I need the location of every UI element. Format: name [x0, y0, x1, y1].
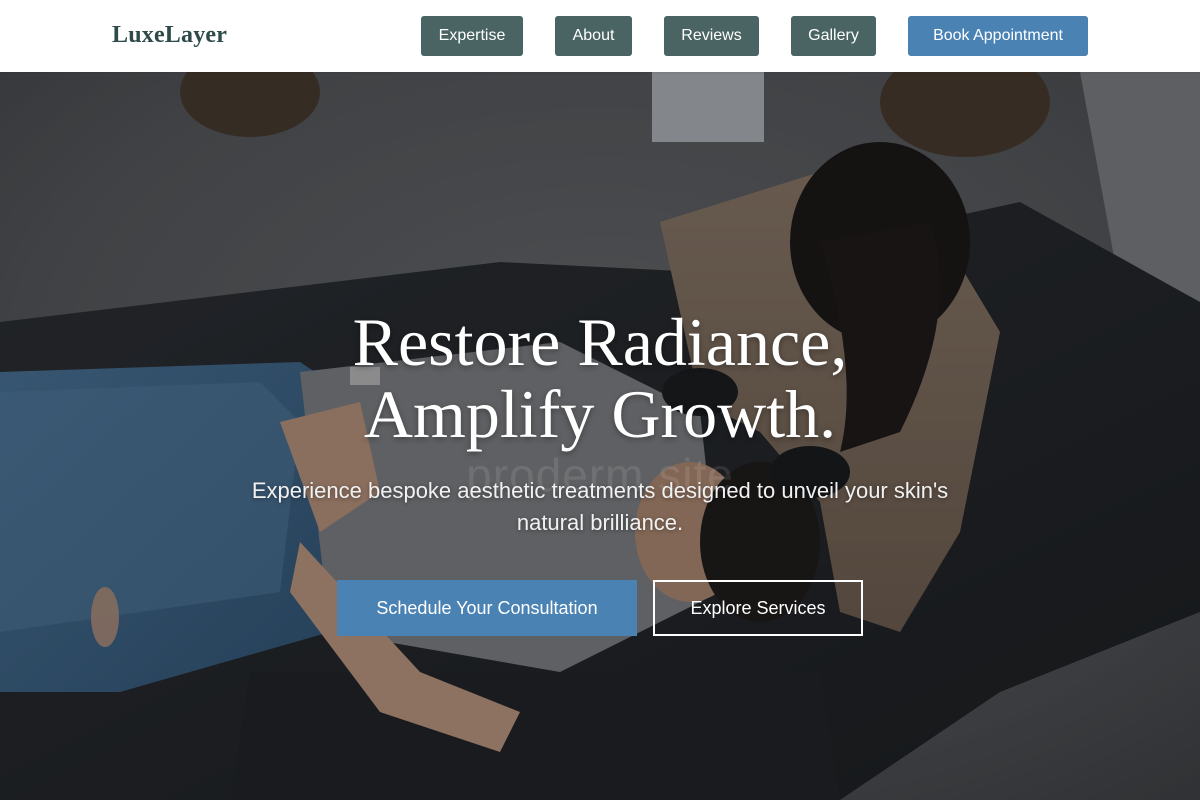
hero-headline: Restore Radiance, Amplify Growth. — [200, 306, 1000, 450]
explore-services-button[interactable]: Explore Services — [653, 580, 863, 636]
hero-section: proderm site Restore Radiance, Amplify G… — [0, 72, 1200, 800]
site-header: LuxeLayer Expertise About Reviews Galler… — [0, 0, 1200, 72]
book-appointment-button[interactable]: Book Appointment — [908, 16, 1088, 56]
schedule-consultation-button[interactable]: Schedule Your Consultation — [337, 580, 637, 636]
hero-headline-line-1: Restore Radiance, — [352, 304, 848, 380]
brand-logo[interactable]: LuxeLayer — [112, 22, 227, 49]
hero-content: proderm site Restore Radiance, Amplify G… — [0, 72, 1200, 800]
hero-subtitle: Experience bespoke aesthetic treatments … — [251, 478, 949, 535]
nav-about-button[interactable]: About — [555, 16, 632, 56]
nav-expertise-button[interactable]: Expertise — [421, 16, 523, 56]
hero-headline-line-2: Amplify Growth. — [363, 376, 837, 452]
nav-reviews-button[interactable]: Reviews — [664, 16, 759, 56]
nav-gallery-button[interactable]: Gallery — [791, 16, 876, 56]
landing-page: LuxeLayer Expertise About Reviews Galler… — [0, 0, 1200, 800]
